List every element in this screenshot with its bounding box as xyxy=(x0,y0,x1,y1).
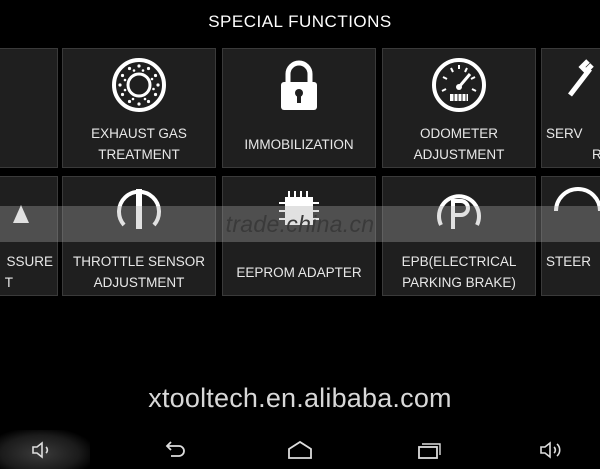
padlock-icon xyxy=(223,55,375,119)
tile-service-reset[interactable]: SERV R xyxy=(541,48,600,168)
wrench-icon xyxy=(542,55,600,119)
back-button[interactable] xyxy=(144,430,204,469)
odometer-gauge-icon xyxy=(383,55,535,119)
exhaust-filter-icon xyxy=(63,55,215,119)
watermark-site-text: xtooltech.en.alibaba.com xyxy=(148,383,452,413)
tile-immobilization[interactable]: IMMOBILIZATION xyxy=(222,48,376,168)
tile-label-line1: SERV xyxy=(546,126,583,141)
tile-label-line2: ADJUSTMENT xyxy=(413,147,505,162)
page-title: SPECIAL FUNCTIONS xyxy=(208,12,392,31)
tile-label-line1: THROTTLE SENSOR xyxy=(72,254,205,269)
recent-apps-icon xyxy=(418,442,441,459)
recent-apps-button[interactable] xyxy=(398,430,458,469)
volume-up-button[interactable] xyxy=(522,430,582,469)
special-functions-screen: SPECIAL FUNCTIONS EXHAUST GAS TREATMENT … xyxy=(0,0,600,469)
navigation-bar xyxy=(0,430,600,469)
tile-label-line2: TREATMENT xyxy=(98,147,180,162)
home-button[interactable] xyxy=(270,430,330,469)
tile-label-line1: IMMOBILIZATION xyxy=(244,137,354,152)
tile-label-line1: EPB(ELECTRICAL xyxy=(401,254,517,269)
tile-label-line1: EEPROM ADAPTER xyxy=(236,265,362,280)
tile-partial-left-top[interactable] xyxy=(0,48,58,168)
tile-odometer-adjustment[interactable]: ODOMETER ADJUSTMENT xyxy=(382,48,536,168)
tile-label-line1: SSURE xyxy=(6,254,53,269)
tile-label-line1: STEER xyxy=(546,254,592,269)
tile-label-line2: PARKING BRAKE) xyxy=(402,275,516,290)
tile-label-line2: T xyxy=(4,275,13,290)
tile-exhaust-gas-treatment[interactable]: EXHAUST GAS TREATMENT xyxy=(62,48,216,168)
tile-label-line1: ODOMETER xyxy=(419,126,498,141)
tile-label-line1: EXHAUST GAS xyxy=(91,126,187,141)
partial-icon xyxy=(0,55,57,119)
tile-label-line2: ADJUSTMENT xyxy=(93,275,185,290)
watermark-band-text: trade.china.cn xyxy=(225,211,375,237)
volume-down-button[interactable] xyxy=(14,430,74,469)
home-icon xyxy=(288,440,312,459)
volume-up-icon xyxy=(540,440,561,459)
back-icon xyxy=(165,440,185,457)
volume-down-icon xyxy=(32,440,49,459)
tile-label-line2: R xyxy=(592,144,600,165)
